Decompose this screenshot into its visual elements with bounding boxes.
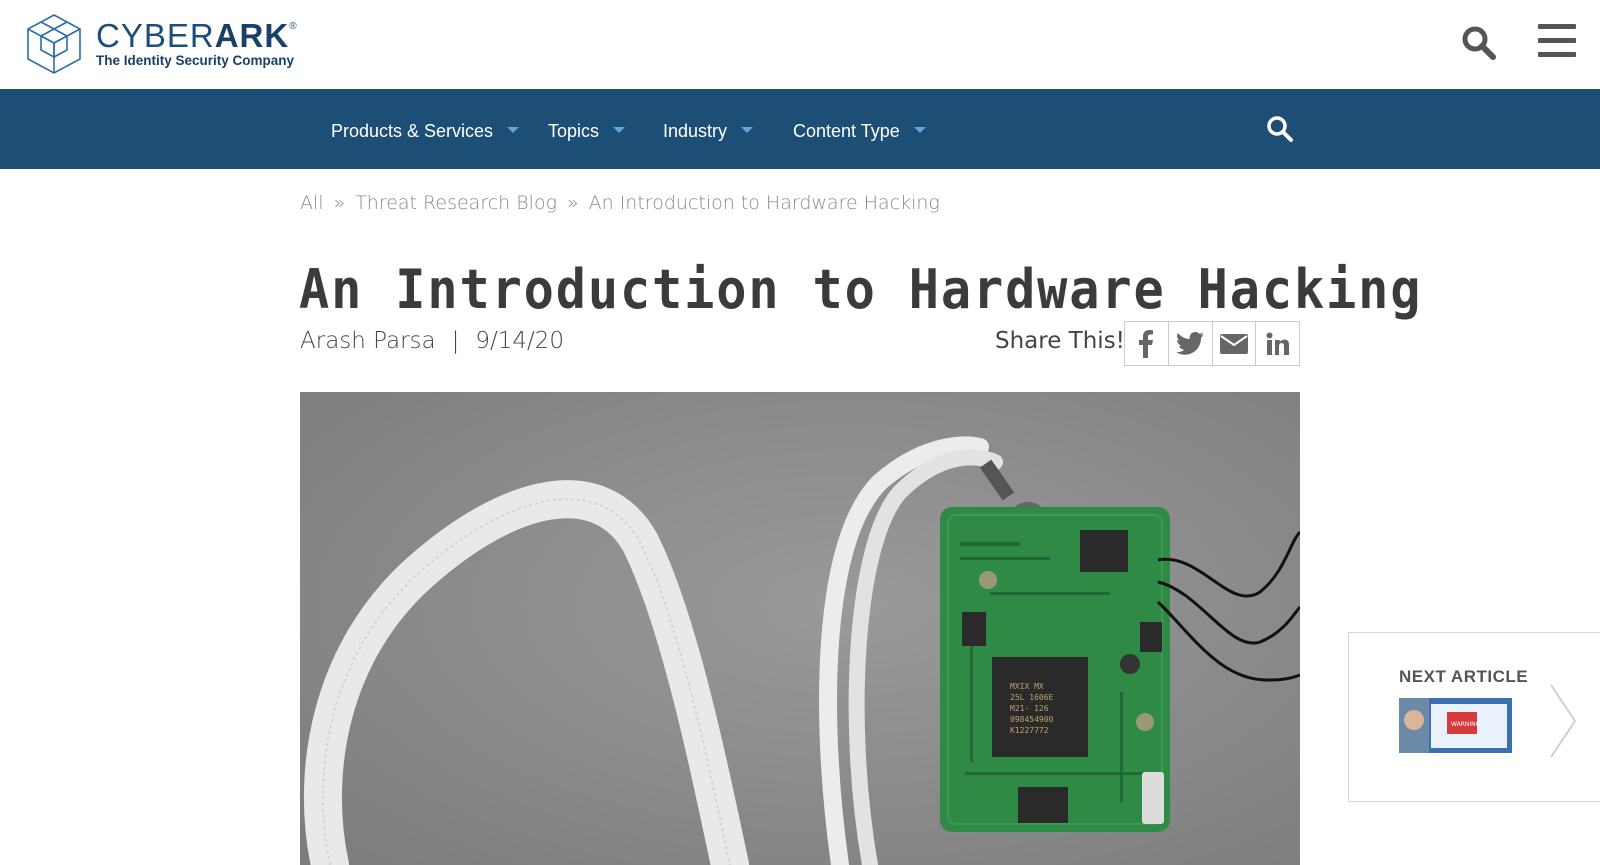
meta-separator: |	[451, 328, 460, 354]
breadcrumb-current: An Introduction to Hardware Hacking	[588, 192, 940, 214]
logo-tagline: The Identity Security Company	[96, 53, 295, 68]
hardware-badge-photo: MXIX MX 25L 1606E M21- 126 098454900 K12…	[300, 392, 1300, 865]
next-article-thumbnail[interactable]: WARNING	[1399, 698, 1512, 753]
top-header: CYBERARK® The Identity Security Company	[0, 0, 1600, 89]
share-email-button[interactable]	[1213, 322, 1257, 365]
caret-down-icon	[913, 127, 926, 134]
breadcrumb-separator: »	[333, 192, 346, 214]
article-title: An Introduction to Hardware Hacking	[299, 258, 1423, 321]
publish-date: 9/14/20	[475, 328, 565, 354]
chip-text: MXIX MX	[1010, 682, 1044, 691]
next-article-card[interactable]: NEXT ARTICLE WARNING	[1348, 632, 1600, 802]
chip-text: 098454900	[1010, 715, 1054, 724]
nav-item-industry[interactable]: Industry	[663, 89, 754, 169]
nav-item-content-type[interactable]: Content Type	[793, 89, 926, 169]
breadcrumb-separator: »	[567, 192, 579, 214]
breadcrumb-link-all[interactable]: All	[300, 192, 324, 214]
logo-wordmark: CYBERARK®	[96, 17, 298, 54]
share-linkedin-button[interactable]	[1256, 322, 1299, 365]
chevron-right-icon[interactable]	[1549, 683, 1579, 759]
nav-search-icon[interactable]	[1266, 115, 1294, 143]
twitter-icon	[1176, 332, 1205, 355]
cyberark-logo[interactable]: CYBERARK® The Identity Security Company	[26, 13, 326, 75]
linkedin-icon	[1266, 332, 1289, 355]
share-label: Share This!	[995, 328, 1125, 354]
caret-down-icon	[613, 127, 626, 134]
facebook-icon	[1139, 329, 1154, 358]
caret-down-icon	[741, 127, 754, 134]
nav-item-products-services[interactable]: Products & Services	[331, 89, 520, 169]
nav-item-label: Industry	[663, 121, 728, 141]
breadcrumb: All » Threat Research Blog » An Introduction…	[300, 192, 940, 214]
main-navigation: Products & Services Topics Industry Cont…	[0, 89, 1600, 169]
caret-down-icon	[507, 127, 520, 134]
breadcrumb-link-threat-research-blog[interactable]: Threat Research Blog	[355, 192, 557, 214]
nav-item-topics[interactable]: Topics	[548, 89, 626, 169]
next-article-label: NEXT ARTICLE	[1399, 667, 1529, 686]
email-icon	[1219, 333, 1248, 354]
chip-text: K1227772	[1010, 726, 1049, 735]
share-facebook-button[interactable]	[1125, 322, 1169, 365]
nav-item-label: Content Type	[793, 121, 900, 141]
article-meta: Arash Parsa | 9/14/20	[300, 328, 564, 354]
search-icon[interactable]	[1461, 25, 1497, 61]
nav-item-label: Products & Services	[331, 121, 494, 141]
share-twitter-button[interactable]	[1169, 322, 1213, 365]
hero-image: MXIX MX 25L 1606E M21- 126 098454900 K12…	[300, 392, 1300, 865]
author-link[interactable]: Arash Parsa	[300, 328, 436, 354]
chip-text: 25L 1606E	[1010, 693, 1054, 702]
chip-text: M21- 126	[1010, 704, 1049, 713]
thumbnail-warning-text: WARNING	[1451, 721, 1481, 728]
hamburger-menu-icon[interactable]	[1538, 24, 1576, 58]
share-buttons	[1124, 321, 1300, 366]
nav-item-label: Topics	[548, 121, 600, 141]
cube-logo-icon	[27, 14, 81, 74]
